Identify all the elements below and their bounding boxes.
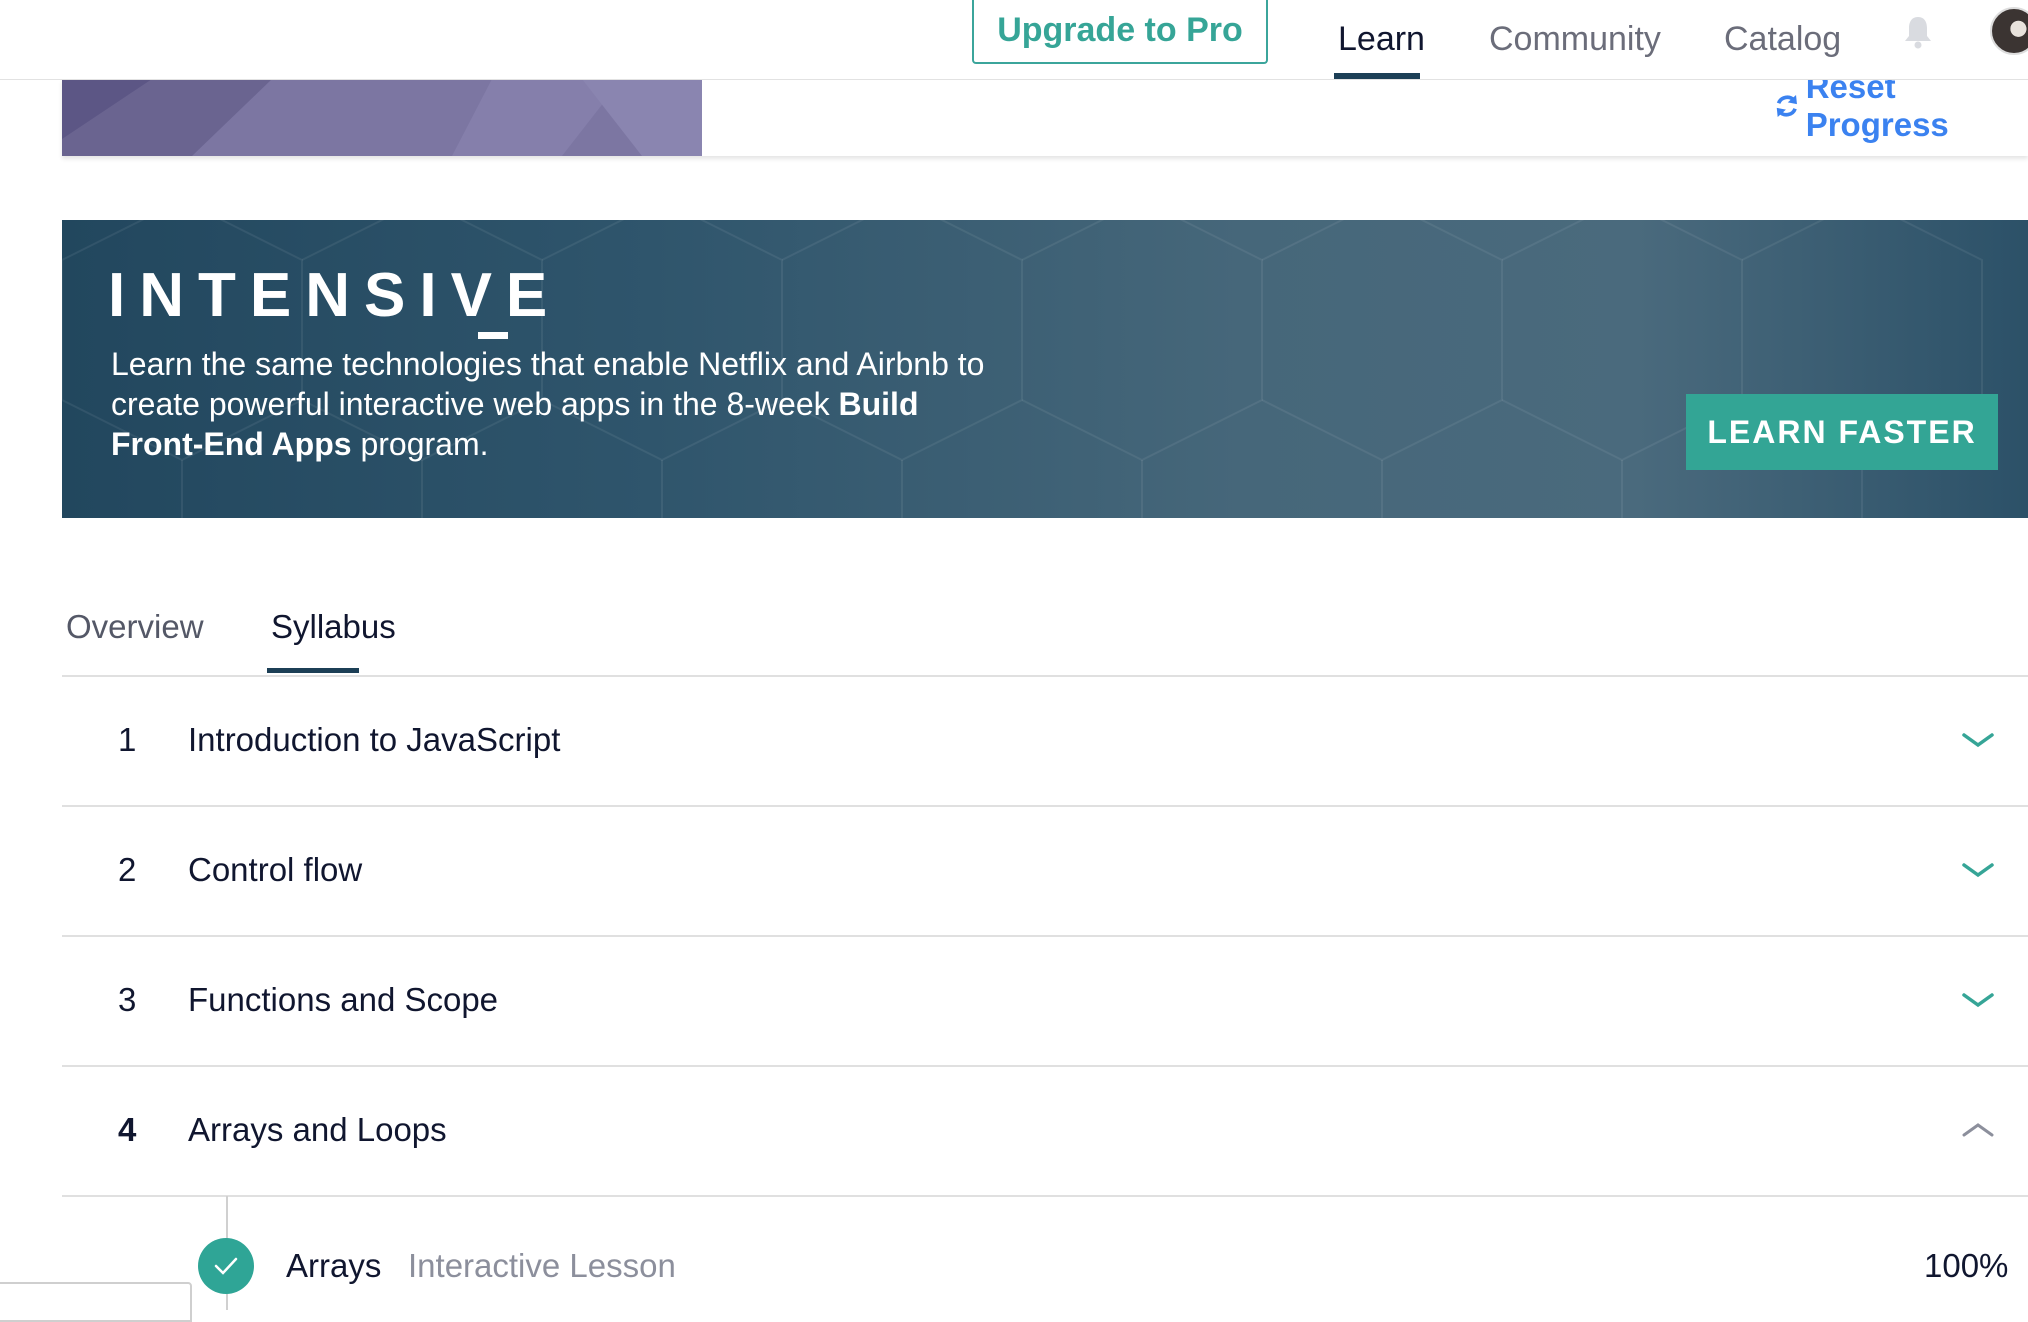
- module-number: 3: [118, 981, 137, 1018]
- bell-icon[interactable]: [1902, 14, 1934, 50]
- user-avatar[interactable]: [1990, 7, 2028, 55]
- course-banner-artwork: [62, 79, 702, 156]
- course-banner-image: [62, 79, 702, 156]
- checkmark-icon: [214, 1257, 238, 1275]
- course-tabs: Overview Syllabus: [62, 590, 2028, 677]
- banner-description: Learn the same technologies that enable …: [111, 344, 1011, 464]
- lesson-title[interactable]: Arrays: [286, 1247, 381, 1285]
- tab-syllabus[interactable]: Syllabus: [271, 608, 396, 646]
- chevron-down-icon[interactable]: [1960, 859, 1996, 881]
- nav-community[interactable]: Community: [1489, 0, 1661, 79]
- refresh-icon: [1776, 94, 1797, 118]
- nav-catalog[interactable]: Catalog: [1724, 0, 1841, 79]
- learn-faster-button[interactable]: LEARN FASTER: [1686, 394, 1998, 470]
- tab-overview[interactable]: Overview: [66, 608, 204, 646]
- reset-progress-link[interactable]: Reset Progress: [1774, 68, 2028, 143]
- syllabus-module-row[interactable]: 2 Control flow: [62, 807, 2028, 937]
- banner-title: INTENSIVE: [108, 261, 562, 330]
- nav-learn[interactable]: Learn: [1338, 0, 1425, 79]
- lesson-progress: 100%: [1924, 1247, 2009, 1284]
- course-header-card: Reset Progress: [62, 68, 2028, 156]
- module-title: Control flow: [188, 851, 363, 888]
- module-title: Introduction to JavaScript: [188, 721, 561, 758]
- upgrade-to-pro-button[interactable]: Upgrade to Pro: [972, 0, 1268, 64]
- chevron-up-icon[interactable]: [1960, 1119, 1996, 1141]
- syllabus-module-row[interactable]: 1 Introduction to JavaScript: [62, 677, 2028, 807]
- module-title: Functions and Scope: [188, 981, 499, 1018]
- module-title: Arrays and Loops: [188, 1111, 447, 1148]
- bottom-popup-tab[interactable]: [0, 1282, 192, 1322]
- top-navigation: Upgrade to Pro Learn Community Catalog: [0, 0, 2028, 80]
- banner-title-underline: [478, 332, 508, 339]
- active-nav-indicator: [1334, 73, 1420, 79]
- banner-text-part-2: program.: [351, 426, 489, 462]
- module-number: 4: [118, 1111, 137, 1148]
- chevron-down-icon[interactable]: [1960, 989, 1996, 1011]
- syllabus-module-row-expanded[interactable]: 4 Arrays and Loops: [62, 1067, 2028, 1197]
- active-tab-indicator: [267, 668, 359, 673]
- completed-check-icon: [198, 1238, 254, 1294]
- lesson-type: Interactive Lesson: [408, 1247, 676, 1284]
- chevron-down-icon[interactable]: [1960, 729, 1996, 751]
- intensive-promo-banner: INTENSIVE Learn the same technologies th…: [62, 220, 2028, 518]
- module-number: 2: [118, 851, 137, 888]
- syllabus-module-row[interactable]: 3 Functions and Scope: [62, 937, 2028, 1067]
- module-number: 1: [118, 721, 137, 758]
